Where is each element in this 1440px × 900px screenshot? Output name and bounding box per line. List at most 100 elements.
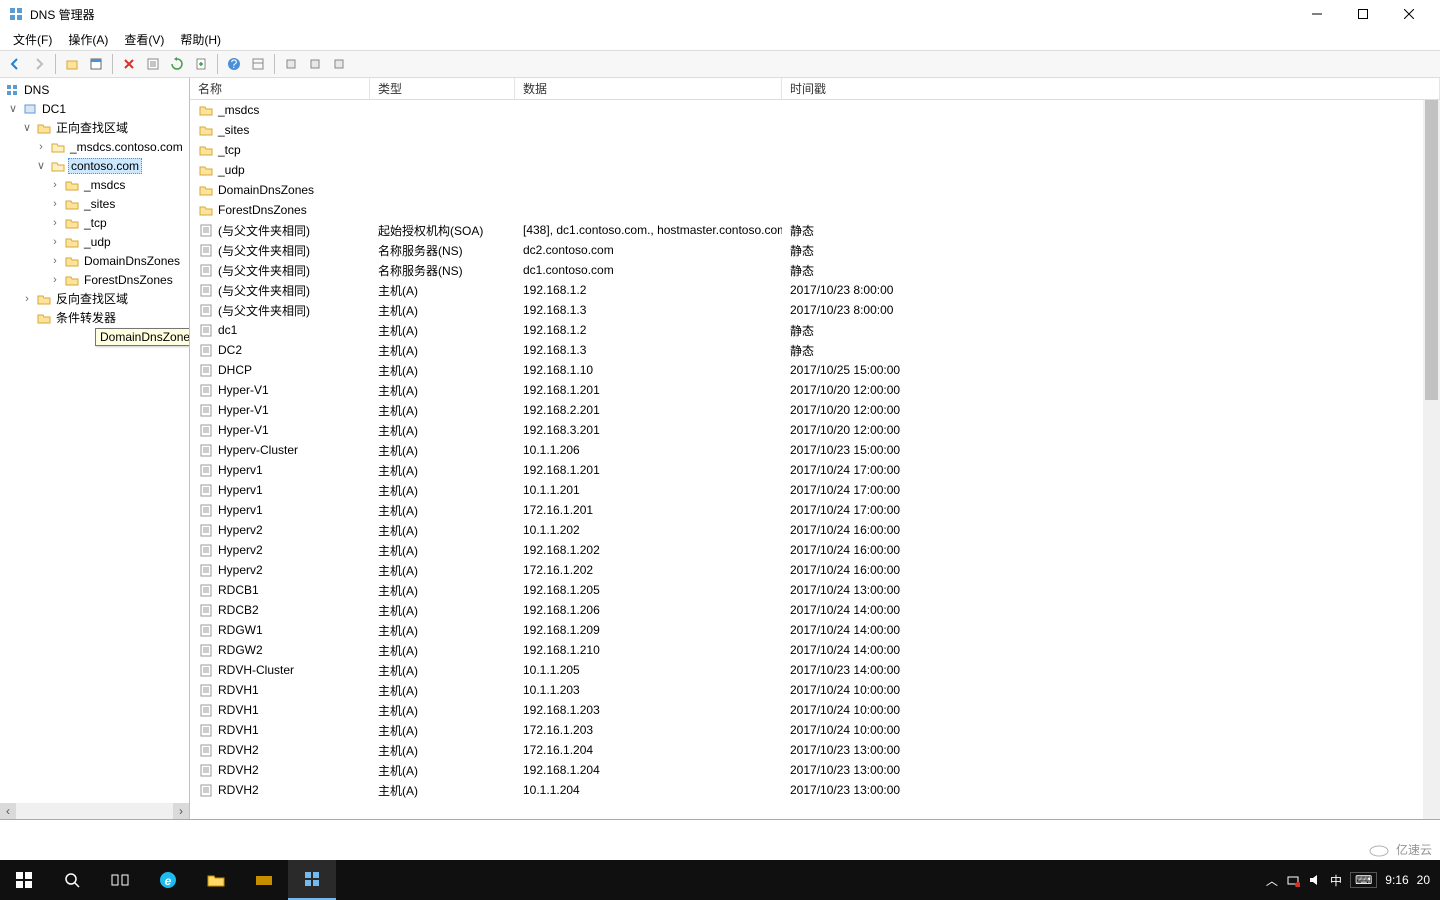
table-row[interactable]: DomainDnsZones xyxy=(190,180,1440,200)
tree-forward-lookup[interactable]: ∨ 正向查找区域 xyxy=(0,118,189,137)
col-data[interactable]: 数据 xyxy=(515,78,782,99)
delete-icon[interactable] xyxy=(118,53,140,75)
tree-sub-msdcs[interactable]: › _msdcs xyxy=(0,175,189,194)
volume-icon[interactable] xyxy=(1308,873,1322,887)
tree-zone-contoso[interactable]: ∨ contoso.com xyxy=(0,156,189,175)
scrollbar-thumb[interactable] xyxy=(1425,100,1438,400)
table-row[interactable]: Hyper-V1主机(A)192.168.2.2012017/10/20 12:… xyxy=(190,400,1440,420)
collapse-icon[interactable]: ∨ xyxy=(34,159,48,172)
expand-icon[interactable]: › xyxy=(48,274,62,286)
network-icon[interactable] xyxy=(1286,873,1300,887)
scroll-left-icon[interactable]: ‹ xyxy=(0,803,16,819)
table-row[interactable]: dc1主机(A)192.168.1.2静态 xyxy=(190,320,1440,340)
tree-sub-tcp[interactable]: › _tcp xyxy=(0,213,189,232)
table-row[interactable]: DC2主机(A)192.168.1.3静态 xyxy=(190,340,1440,360)
tray-up-icon[interactable]: ︿ xyxy=(1266,872,1278,889)
search-button[interactable] xyxy=(48,860,96,900)
table-row[interactable]: DHCP主机(A)192.168.1.102017/10/25 15:00:00 xyxy=(190,360,1440,380)
task-view-button[interactable] xyxy=(96,860,144,900)
table-row[interactable]: _tcp xyxy=(190,140,1440,160)
table-row[interactable]: RDVH1主机(A)10.1.1.2032017/10/24 10:00:00 xyxy=(190,680,1440,700)
tool-icon-1[interactable] xyxy=(280,53,302,75)
table-row[interactable]: Hyperv2主机(A)10.1.1.2022017/10/24 16:00:0… xyxy=(190,520,1440,540)
new-window-icon[interactable] xyxy=(85,53,107,75)
table-row[interactable]: Hyperv2主机(A)172.16.1.2022017/10/24 16:00… xyxy=(190,560,1440,580)
properties-icon[interactable] xyxy=(142,53,164,75)
table-row[interactable]: RDVH2主机(A)192.168.1.2042017/10/23 13:00:… xyxy=(190,760,1440,780)
table-row[interactable]: _udp xyxy=(190,160,1440,180)
tree-sub-sites[interactable]: › _sites xyxy=(0,194,189,213)
tool-icon-3[interactable] xyxy=(328,53,350,75)
col-timestamp[interactable]: 时间戳 xyxy=(782,78,1440,99)
tree-sub-domaindnszones[interactable]: › DomainDnsZones xyxy=(0,251,189,270)
expand-icon[interactable]: › xyxy=(20,293,34,305)
list-vscrollbar[interactable] xyxy=(1423,100,1440,819)
table-row[interactable]: RDVH-Cluster主机(A)10.1.1.2052017/10/23 14… xyxy=(190,660,1440,680)
table-row[interactable]: (与父文件夹相同)名称服务器(NS)dc2.contoso.com静态 xyxy=(190,240,1440,260)
col-name[interactable]: 名称 xyxy=(190,78,370,99)
tree-sub-forestdnszones[interactable]: › ForestDnsZones xyxy=(0,270,189,289)
table-row[interactable]: RDCB1主机(A)192.168.1.2052017/10/24 13:00:… xyxy=(190,580,1440,600)
taskbar-explorer-icon[interactable] xyxy=(192,860,240,900)
tree-reverse-lookup[interactable]: › 反向查找区域 xyxy=(0,289,189,308)
ime-indicator[interactable]: 中 xyxy=(1330,872,1342,889)
taskbar-dns-icon[interactable] xyxy=(288,860,336,900)
collapse-icon[interactable]: ∨ xyxy=(6,102,20,115)
expand-icon[interactable]: › xyxy=(48,179,62,191)
table-row[interactable]: _sites xyxy=(190,120,1440,140)
tree-pane[interactable]: DNS ∨ DC1 ∨ 正向查找区域 › _msdcs.contoso.com … xyxy=(0,78,190,819)
tree-zone-msdcs[interactable]: › _msdcs.contoso.com xyxy=(0,137,189,156)
expand-icon[interactable]: › xyxy=(48,198,62,210)
menu-help[interactable]: 帮助(H) xyxy=(173,28,228,51)
tree-conditional-fwd[interactable]: 条件转发器 xyxy=(0,308,189,327)
back-button[interactable] xyxy=(4,53,26,75)
refresh-icon[interactable] xyxy=(166,53,188,75)
expand-icon[interactable]: › xyxy=(34,141,48,153)
table-row[interactable]: Hyper-V1主机(A)192.168.3.2012017/10/20 12:… xyxy=(190,420,1440,440)
table-row[interactable]: (与父文件夹相同)名称服务器(NS)dc1.contoso.com静态 xyxy=(190,260,1440,280)
table-row[interactable]: Hyper-V1主机(A)192.168.1.2012017/10/20 12:… xyxy=(190,380,1440,400)
filter-icon[interactable] xyxy=(247,53,269,75)
export-icon[interactable] xyxy=(190,53,212,75)
tree-sub-udp[interactable]: › _udp xyxy=(0,232,189,251)
table-row[interactable]: (与父文件夹相同)主机(A)192.168.1.22017/10/23 8:00… xyxy=(190,280,1440,300)
tree-server-dc1[interactable]: ∨ DC1 xyxy=(0,99,189,118)
tree-hscrollbar[interactable]: ‹ › xyxy=(0,803,189,819)
table-row[interactable]: Hyperv1主机(A)10.1.1.2012017/10/24 17:00:0… xyxy=(190,480,1440,500)
table-row[interactable]: _msdcs xyxy=(190,100,1440,120)
system-tray[interactable]: ︿ 中 ⌨ 9:16 20 xyxy=(1256,872,1440,889)
table-row[interactable]: RDVH1主机(A)172.16.1.2032017/10/24 10:00:0… xyxy=(190,720,1440,740)
taskbar-ie-icon[interactable]: e xyxy=(144,860,192,900)
tool-icon-2[interactable] xyxy=(304,53,326,75)
menu-view[interactable]: 查看(V) xyxy=(117,28,171,51)
expand-icon[interactable]: › xyxy=(48,255,62,267)
close-button[interactable] xyxy=(1386,0,1432,28)
tree-root-dns[interactable]: DNS xyxy=(0,80,189,99)
clock-time[interactable]: 9:16 xyxy=(1385,873,1408,887)
help-icon[interactable]: ? xyxy=(223,53,245,75)
table-row[interactable]: (与父文件夹相同)起始授权机构(SOA)[438], dc1.contoso.c… xyxy=(190,220,1440,240)
table-row[interactable]: Hyperv-Cluster主机(A)10.1.1.2062017/10/23 … xyxy=(190,440,1440,460)
col-type[interactable]: 类型 xyxy=(370,78,515,99)
table-row[interactable]: Hyperv1主机(A)192.168.1.2012017/10/24 17:0… xyxy=(190,460,1440,480)
scroll-right-icon[interactable]: › xyxy=(173,803,189,819)
collapse-icon[interactable]: ∨ xyxy=(20,121,34,134)
table-row[interactable]: RDVH1主机(A)192.168.1.2032017/10/24 10:00:… xyxy=(190,700,1440,720)
table-row[interactable]: RDGW2主机(A)192.168.1.2102017/10/24 14:00:… xyxy=(190,640,1440,660)
forward-button[interactable] xyxy=(28,53,50,75)
expand-icon[interactable]: › xyxy=(48,236,62,248)
table-row[interactable]: ForestDnsZones xyxy=(190,200,1440,220)
minimize-button[interactable] xyxy=(1294,0,1340,28)
table-row[interactable]: (与父文件夹相同)主机(A)192.168.1.32017/10/23 8:00… xyxy=(190,300,1440,320)
maximize-button[interactable] xyxy=(1340,0,1386,28)
ime-box[interactable]: ⌨ xyxy=(1350,872,1377,888)
taskbar-app-icon[interactable] xyxy=(240,860,288,900)
menu-action[interactable]: 操作(A) xyxy=(61,28,115,51)
expand-icon[interactable]: › xyxy=(48,217,62,229)
menu-file[interactable]: 文件(F) xyxy=(6,28,59,51)
table-row[interactable]: Hyperv1主机(A)172.16.1.2012017/10/24 17:00… xyxy=(190,500,1440,520)
table-row[interactable]: RDVH2主机(A)10.1.1.2042017/10/23 13:00:00 xyxy=(190,780,1440,800)
up-icon[interactable] xyxy=(61,53,83,75)
table-row[interactable]: RDGW1主机(A)192.168.1.2092017/10/24 14:00:… xyxy=(190,620,1440,640)
table-row[interactable]: RDVH2主机(A)172.16.1.2042017/10/23 13:00:0… xyxy=(190,740,1440,760)
